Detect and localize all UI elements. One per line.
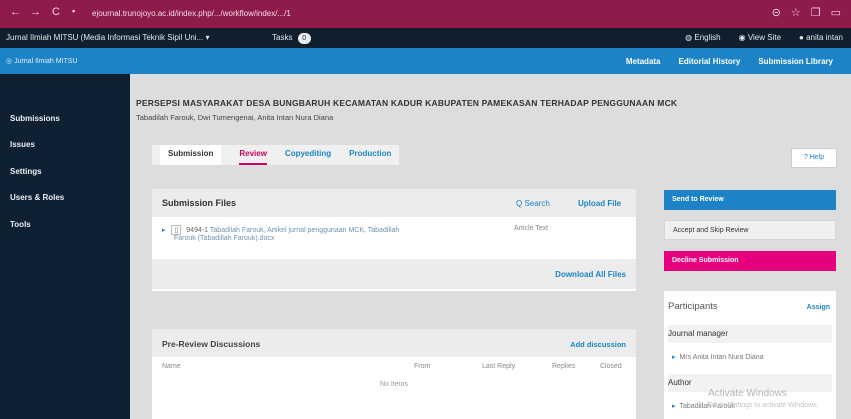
user-menu[interactable]: ● anita intan: [799, 33, 843, 42]
submission-title: PERSEPSI MASYARAKAT DESA BUNGBARUH KECAM…: [136, 98, 678, 108]
submission-library-link[interactable]: Submission Library: [758, 57, 833, 66]
user-name: anita intan: [806, 33, 843, 42]
file-id: 9494-1: [186, 227, 209, 234]
accept-skip-review-button[interactable]: Accept and Skip Review: [664, 220, 836, 240]
sidebar: ◎ Jurnal Ilmiah MITSU Submissions Issues…: [0, 48, 130, 419]
watermark-subtitle: Go to Settings to activate Windows.: [708, 402, 819, 409]
submission-authors: Tabadilah Farouk, Dwi Tumengenai, Anita …: [136, 113, 334, 122]
tasks-button[interactable]: Tasks 0: [272, 33, 311, 44]
add-discussion-link[interactable]: Add discussion: [570, 340, 626, 349]
browser-actions: ⊝ ☆ ❐ ▭: [772, 6, 841, 19]
tab-submission[interactable]: Submission: [160, 145, 222, 165]
submission-files-panel: Submission Files Q Search Upload File ▸ …: [152, 189, 636, 291]
participant-name: Mrs Anita Intan Nura Diana: [679, 354, 764, 361]
expand-icon: ▸: [672, 403, 676, 410]
sidebar-item-submissions[interactable]: Submissions: [10, 114, 60, 123]
submission-header: Metadata Editorial History Submission Li…: [130, 48, 851, 74]
language-label: English: [694, 33, 721, 42]
brand-label: Jurnal Ilmiah MITSU: [14, 58, 78, 65]
expand-icon[interactable]: ▸: [162, 227, 166, 234]
files-search-link[interactable]: Q Search: [516, 199, 550, 208]
eye-icon: ◉: [738, 33, 748, 42]
discussions-panel: Pre-Review Discussions Add discussion Na…: [152, 329, 636, 419]
star-icon[interactable]: ☆: [791, 6, 801, 19]
upload-file-link[interactable]: Upload File: [578, 199, 621, 208]
expand-icon: ▸: [672, 354, 676, 361]
file-row: ▸ ▯ 9494-1 Tabadilah Farouk, Artikel jur…: [162, 225, 626, 242]
view-site-label: View Site: [747, 33, 782, 42]
assign-participant-link[interactable]: Assign: [807, 304, 830, 311]
sidebar-brand[interactable]: ◎ Jurnal Ilmiah MITSU: [0, 48, 130, 74]
file-name-link[interactable]: Tabadilah Farouk, Artikel jurnal penggun…: [210, 227, 399, 234]
workflow-tabs: Submission Review Copyediting Production: [152, 145, 400, 165]
language-menu[interactable]: ◍ English: [685, 33, 720, 42]
chevron-down-icon: ▾: [205, 33, 210, 42]
forward-icon[interactable]: →: [30, 6, 41, 18]
help-button[interactable]: ? Help: [791, 148, 837, 168]
address-bar[interactable]: ejournal.trunojoyo.ac.id/index.php/.../w…: [92, 6, 692, 22]
tasks-count-badge: 0: [297, 33, 311, 44]
column-closed: Closed: [600, 363, 622, 370]
tab-icon[interactable]: ❐: [811, 6, 821, 19]
files-heading: Submission Files: [162, 198, 237, 208]
sidebar-item-users-roles[interactable]: Users & Roles: [10, 193, 64, 202]
download-all-link[interactable]: Download All Files: [555, 270, 626, 279]
user-nav: ◍ English ◉ View Site ● anita intan: [685, 33, 843, 42]
discussions-column-headers: Name From Last Reply Replies Closed: [152, 357, 636, 377]
editorial-history-link[interactable]: Editorial History: [679, 57, 741, 66]
tab-review[interactable]: Review: [239, 145, 267, 165]
reload-icon[interactable]: C: [52, 6, 60, 18]
sidebar-item-tools[interactable]: Tools: [10, 220, 31, 229]
send-to-review-button[interactable]: Send to Review: [664, 190, 836, 210]
metadata-link[interactable]: Metadata: [626, 57, 661, 66]
column-last-reply: Last Reply: [482, 363, 516, 370]
browser-toolbar: ← → C ▪ ejournal.trunojoyo.ac.id/index.p…: [0, 0, 851, 28]
files-panel-footer: Download All Files: [152, 259, 636, 289]
watermark-title: Activate Windows: [708, 388, 787, 399]
column-replies: Replies: [552, 363, 576, 370]
file-genre: Article Text: [514, 225, 549, 232]
tab-production[interactable]: Production: [349, 145, 391, 165]
activate-windows-watermark: Activate Windows Go to Settings to activ…: [708, 388, 819, 412]
journal-name: Jurnal Ilmiah MITSU (Media Informasi Tek…: [6, 33, 204, 42]
lock-icon: ▪: [72, 6, 76, 16]
globe-icon: ◍: [685, 33, 695, 42]
files-panel-header: Submission Files Q Search Upload File: [152, 189, 636, 217]
tab-copyediting[interactable]: Copyediting: [285, 145, 331, 165]
view-site-link[interactable]: ◉ View Site: [739, 33, 781, 42]
file-name-continued[interactable]: Farouk (Tabadillah Farouk).docx: [174, 235, 626, 242]
discussions-empty: No Items: [379, 381, 408, 388]
sidebar-item-settings[interactable]: Settings: [10, 167, 42, 176]
tasks-label: Tasks: [272, 33, 293, 42]
column-from: From: [414, 363, 431, 370]
sidebar-item-issues[interactable]: Issues: [10, 140, 35, 149]
decline-submission-button[interactable]: Decline Submission: [664, 251, 836, 271]
discussions-header: Pre-Review Discussions Add discussion: [152, 329, 636, 357]
participants-heading: Participants: [668, 301, 718, 312]
window-icon[interactable]: ▭: [831, 6, 841, 19]
participant-item[interactable]: ▸ Mrs Anita Intan Nura Diana: [672, 353, 764, 361]
journal-switcher[interactable]: Jurnal Ilmiah MITSU (Media Informasi Tek…: [6, 33, 210, 42]
discussions-heading: Pre-Review Discussions: [162, 339, 261, 349]
file-type-icon: ▯: [171, 225, 182, 235]
key-icon[interactable]: ⊝: [772, 6, 781, 19]
logo-icon: ◎: [6, 58, 15, 65]
participant-group-journal-manager: Journal manager: [668, 325, 832, 343]
back-icon[interactable]: ←: [10, 6, 21, 18]
column-name: Name: [162, 363, 181, 370]
app-topbar: Jurnal Ilmiah MITSU (Media Informasi Tek…: [0, 28, 851, 48]
